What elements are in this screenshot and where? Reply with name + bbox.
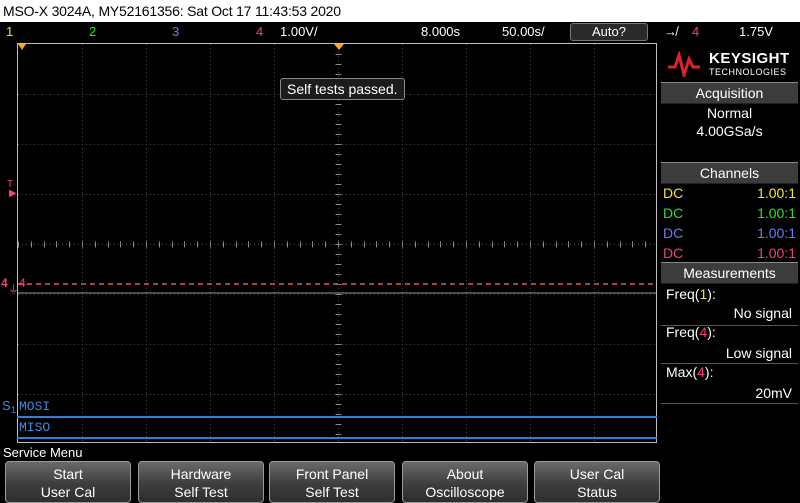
run-mode-button[interactable]: Auto? (570, 23, 648, 41)
measurement-value: No signal (733, 305, 792, 321)
title-text: MSO-X 3024A, MY52161356: Sat Oct 17 11:4… (3, 3, 341, 19)
channels-list: DC 1.00:1 DC 1.00:1 DC 1.00:1 DC 1.00:1 (663, 183, 796, 263)
channels-header[interactable]: Channels (661, 162, 798, 184)
softkey-line2: Oscilloscope (425, 484, 505, 500)
time-reference-marker (334, 44, 344, 50)
channel-1-indicator[interactable]: 1 (6, 24, 13, 40)
run-mode-label: Auto? (592, 24, 626, 39)
trigger-edge-icon: ↛ (664, 24, 677, 39)
measurement-value: Low signal (725, 345, 792, 361)
trigger-level: 1.75V (739, 24, 773, 39)
channel-row-2[interactable]: DC 1.00:1 (663, 203, 796, 223)
self-test-message: Self tests passed. (280, 78, 405, 100)
channel-coupling: DC (663, 205, 684, 221)
user-cal-status-button[interactable]: User Cal Status (534, 461, 660, 503)
softkey-line2: Status (577, 484, 617, 500)
softkey-line1: Front Panel (295, 466, 369, 482)
softkey-line2: Self Test (305, 484, 359, 500)
volts-per-div: 1.00V/ (280, 24, 318, 39)
channels-title: Channels (699, 165, 760, 181)
status-bar: 1 2 3 4 1.00V/ 8.000s 50.00s/ Auto? ↛ 4 … (0, 22, 800, 42)
measurements-header[interactable]: Measurements (661, 262, 798, 284)
bus-row-miso: MISO (17, 418, 657, 439)
serial-bus-marker: S (2, 398, 11, 413)
hardware-self-test-button[interactable]: Hardware Self Test (138, 461, 264, 503)
channel-coupling: DC (663, 185, 684, 201)
graticule (18, 44, 656, 442)
miso-trace (17, 437, 657, 439)
title-bar: MSO-X 3024A, MY52161356: Sat Oct 17 11:4… (0, 0, 800, 22)
measurement-max-4[interactable]: Max(4): 20mV (661, 363, 798, 404)
waveform-display[interactable]: 4 Self tests passed. (17, 43, 657, 443)
self-test-message-text: Self tests passed. (287, 81, 398, 97)
softkey-line1: About (446, 466, 484, 482)
timebase-position: 8.000s (421, 24, 461, 39)
softkey-line1: Hardware (170, 466, 232, 482)
channel-probe: 1.00:1 (757, 185, 796, 201)
about-oscilloscope-button[interactable]: About Oscilloscope (402, 461, 528, 503)
acquisition-title: Acquisition (695, 85, 764, 101)
ch4-ground-marker[interactable]: 4 (1, 276, 8, 290)
channel-coupling: DC (663, 245, 684, 261)
measurements-title: Measurements (683, 265, 776, 281)
brand-logo: KEYSIGHT TECHNOLOGIES (661, 45, 798, 81)
channel-probe: 1.00:1 (757, 225, 796, 241)
channel-2-indicator[interactable]: 2 (89, 24, 96, 40)
measurement-value: 20mV (755, 385, 792, 401)
measurement-freq-4[interactable]: Freq(4): Low signal (661, 323, 798, 364)
bus-row-mosi: MOSI (17, 397, 657, 418)
mosi-label: MOSI (19, 399, 51, 414)
channel-4-indicator[interactable]: 4 (256, 24, 263, 40)
channel-row-4[interactable]: DC 1.00:1 (663, 243, 796, 263)
trigger-position-marker (18, 44, 26, 50)
softkey-line2: Self Test (174, 484, 228, 500)
start-user-cal-button[interactable]: Start User Cal (5, 461, 131, 503)
channel-row-1[interactable]: DC 1.00:1 (663, 183, 796, 203)
measurement-label: Freq(1): (666, 286, 716, 302)
sample-rate: 4.00GSa/s (696, 123, 763, 139)
brand-name: KEYSIGHT (709, 50, 790, 67)
softkey-line1: User Cal (569, 466, 625, 482)
ch4-trace-label: 4 (19, 276, 26, 290)
miso-label: MISO (19, 420, 51, 435)
serial-bus-index: 1 (11, 405, 17, 415)
channel-3-indicator[interactable]: 3 (172, 24, 179, 40)
channel-probe: 1.00:1 (757, 205, 796, 221)
trigger-arrow-icon: ▶ (9, 188, 17, 199)
menu-title: Service Menu (3, 445, 83, 460)
channel-row-3[interactable]: DC 1.00:1 (663, 223, 796, 243)
keysight-wave-icon (668, 51, 700, 77)
softkey-line2: User Cal (40, 484, 96, 500)
trigger-channel: 4 (692, 24, 700, 39)
measurement-label: Max(4): (666, 364, 714, 380)
acquisition-header[interactable]: Acquisition (661, 82, 798, 104)
acquisition-mode: Normal (706, 105, 753, 121)
front-panel-self-test-button[interactable]: Front Panel Self Test (269, 461, 395, 503)
softkey-line1: Start (53, 466, 83, 482)
brand-subtitle: TECHNOLOGIES (709, 67, 787, 77)
measurement-freq-1[interactable]: Freq(1): No signal (661, 283, 798, 326)
measurement-label: Freq(4): (666, 324, 716, 340)
channel-coupling: DC (663, 225, 684, 241)
time-per-div: 50.00s/ (502, 24, 545, 39)
channel-probe: 1.00:1 (757, 245, 796, 261)
